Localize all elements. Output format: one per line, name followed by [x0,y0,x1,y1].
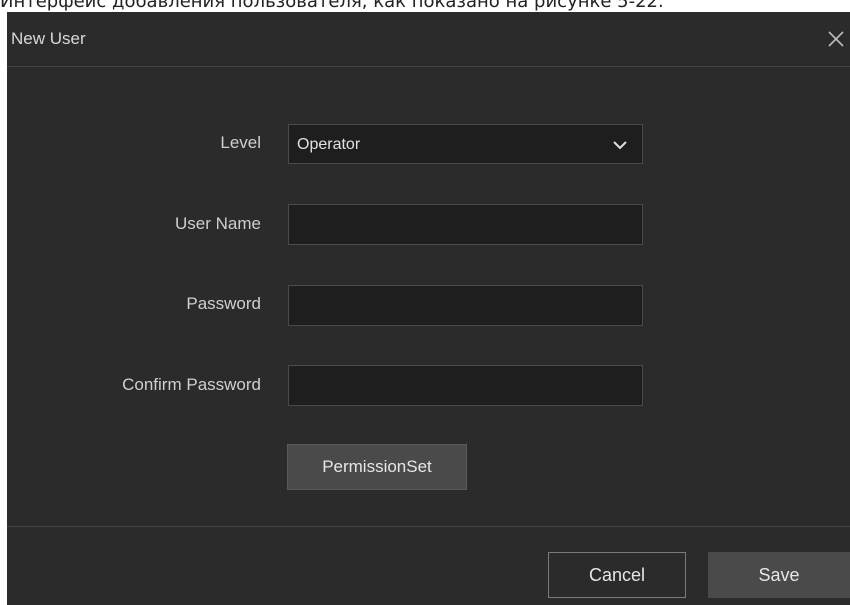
dialog-titlebar: New User [7,12,850,67]
footer-divider [7,526,850,527]
save-button[interactable]: Save [708,552,850,598]
confirm-password-label: Confirm Password [122,375,261,394]
cancel-button[interactable]: Cancel [548,552,686,598]
permission-set-button[interactable]: PermissionSet [287,444,467,490]
level-select-value: Operator [297,136,361,153]
level-label: Level [220,133,261,152]
user-name-input[interactable] [288,204,643,245]
user-name-label: User Name [175,214,261,233]
password-label: Password [186,294,261,313]
chevron-down-icon [612,137,628,153]
level-select[interactable]: Operator [288,124,643,164]
password-input[interactable] [288,285,643,326]
confirm-password-input[interactable] [288,365,643,406]
close-icon[interactable] [822,25,850,53]
dialog-title: New User [11,29,86,48]
new-user-dialog: New User Level Operator User Name Passwo… [7,12,850,605]
